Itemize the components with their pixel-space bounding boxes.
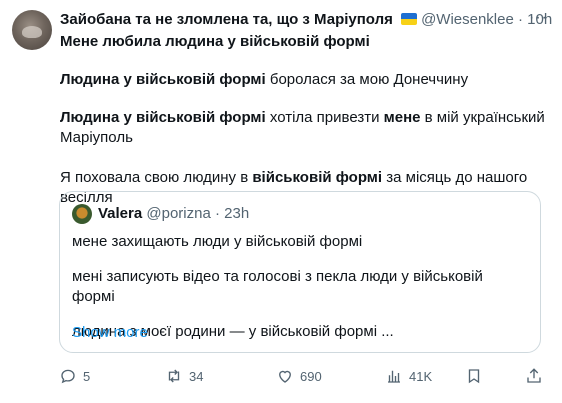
tweet-line: Мене любила людина у військовій формі <box>60 33 370 50</box>
tweet-header: Зайобана та не зломлена та, що з Маріупо… <box>60 11 552 29</box>
quoted-tweet[interactable]: Valera @porizna · 23h мене захищають люд… <box>59 191 541 353</box>
like-button[interactable]: 690 <box>276 366 322 386</box>
heart-icon <box>279 370 291 383</box>
views-count: 41K <box>409 368 433 384</box>
separator: · <box>215 205 220 222</box>
reply-icon <box>61 369 75 384</box>
repost-count: 34 <box>189 368 204 384</box>
author-handle[interactable]: @Wiesenklee <box>421 11 514 28</box>
tweet: Зайобана та не зломлена та, що з Маріупо… <box>0 0 562 403</box>
quote-header: Valera @porizna · 23h <box>98 205 249 223</box>
share-icon <box>527 368 541 383</box>
quote-time: 23h <box>224 205 250 222</box>
reply-count: 5 <box>83 368 91 384</box>
quote-line: мене захищають люди у військовій формі <box>72 233 363 250</box>
avatar[interactable] <box>12 10 52 50</box>
more-options-icon[interactable]: ··· <box>529 9 548 27</box>
quote-author-handle: @porizna <box>146 205 211 222</box>
like-count: 690 <box>300 368 322 384</box>
reply-button[interactable]: 5 <box>59 366 90 386</box>
separator: · <box>518 11 523 28</box>
action-bar: 5 34 690 41K <box>59 366 545 388</box>
views-button[interactable]: 41K <box>385 366 432 386</box>
share-button[interactable] <box>525 366 543 386</box>
tweet-line: Людина у військовій формі хотіла привезт… <box>60 109 545 146</box>
repost-button[interactable]: 34 <box>165 366 203 386</box>
bookmark-icon <box>468 369 480 384</box>
quote-avatar <box>72 204 92 224</box>
ukraine-flag-icon <box>401 13 418 25</box>
tweet-line: Людина у військовій формі боролася за мо… <box>60 71 469 88</box>
author-name[interactable]: Зайобана та не зломлена та, що з Маріупо… <box>60 11 393 28</box>
repost-icon <box>168 369 180 383</box>
bookmark-button[interactable] <box>465 366 483 386</box>
views-chart-icon <box>388 370 400 383</box>
quote-author-name: Valera <box>98 205 143 222</box>
tweet-text: Мене любила людина у військовій формі Лю… <box>60 32 546 208</box>
show-more-link[interactable]: Show more <box>72 324 148 341</box>
quote-line: мені записують відео та голосові з пекла… <box>72 268 483 305</box>
